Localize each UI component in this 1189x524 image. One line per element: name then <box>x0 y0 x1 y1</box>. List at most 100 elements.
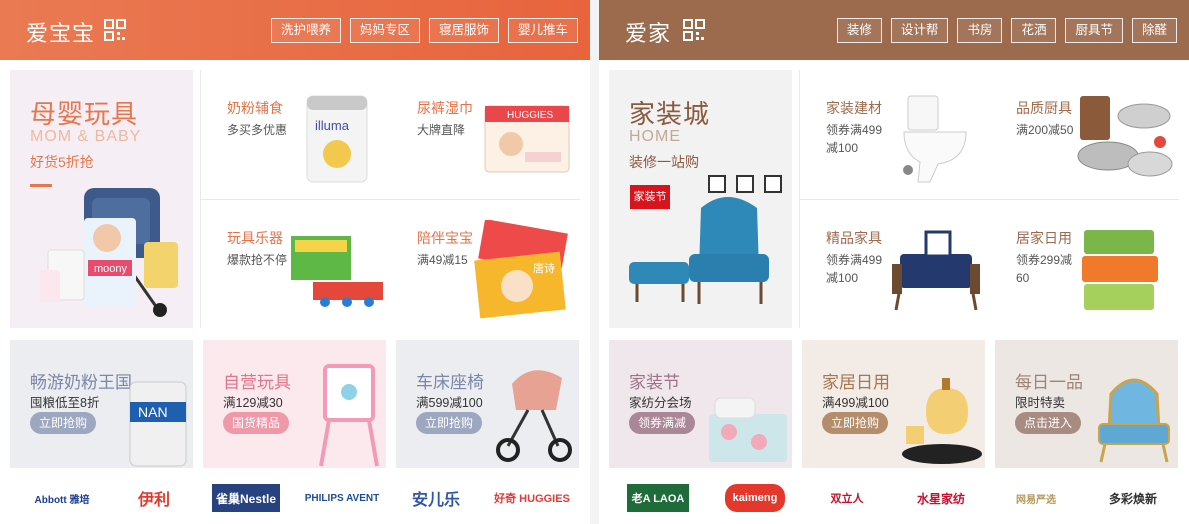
brand-mercury-logo[interactable]: 水星家纺 <box>903 484 979 512</box>
cell-title: 家装建材 <box>826 100 882 116</box>
cell-building-materials[interactable]: 家装建材 领券满499减100 <box>802 70 990 199</box>
tag-renovation[interactable]: 装修 <box>836 18 882 43</box>
promo-button[interactable]: 立即抢购 <box>822 412 889 434</box>
home-section-title[interactable]: 爱家 <box>625 16 671 48</box>
brand-colorful-renewal-logo[interactable]: 多彩焕新 <box>1099 484 1167 512</box>
picture-books-image: 唐诗 <box>474 220 568 319</box>
brand-kaimeng-logo[interactable]: kaimeng <box>725 484 785 512</box>
promo-car-seats[interactable]: 车床座椅 满599减100 立即抢购 <box>396 340 579 468</box>
drawing-easel-image <box>319 364 379 467</box>
tricycle-stroller-image <box>496 370 572 462</box>
brand-avent-logo[interactable]: PHILIPS AVENT <box>302 484 382 512</box>
brand-zwilling-logo[interactable]: 双立人 <box>821 484 873 512</box>
promo-title: 自营玩具 <box>223 373 291 392</box>
storage-boxes-image <box>1082 230 1158 310</box>
promo-desc: 满599减100 <box>416 396 483 410</box>
tag-formaldehyde-removal[interactable]: 除醛 <box>1131 18 1177 43</box>
promo-desc: 囤粮低至8折 <box>30 396 100 410</box>
cell-kitchenware[interactable]: 品质厨具 满200减50 <box>992 70 1180 199</box>
qr-code-icon[interactable] <box>104 19 126 41</box>
promo-title: 家居日用 <box>822 373 890 392</box>
bedding-image <box>709 397 787 462</box>
featured-home-city[interactable]: 家装城 HOME 装修一站购 家装节 <box>609 70 792 328</box>
tag-shower[interactable]: 花洒 <box>1011 18 1057 43</box>
featured-tagline: 好货5折抢 <box>30 154 94 170</box>
promo-title: 畅游奶粉王国 <box>30 373 132 392</box>
cell-companion-baby[interactable]: 陪伴宝宝 满49减15 唐诗 <box>393 200 581 329</box>
featured-subtitle: HOME <box>629 128 681 145</box>
promo-home-fest[interactable]: 家装节 家纺分会场 领券满减 <box>609 340 792 468</box>
brand-laoa-logo[interactable]: 老A LAOA <box>627 484 689 512</box>
tag-study-room[interactable]: 书房 <box>957 18 1003 43</box>
promo-button[interactable]: 国货精品 <box>223 412 290 434</box>
cell-desc: 爆款抢不停 <box>227 253 288 267</box>
promo-daily-goods[interactable]: 家居日用 满499减100 立即抢购 <box>802 340 985 468</box>
stroller-diapers-image: moony <box>40 188 178 317</box>
featured-mom-baby[interactable]: 母婴玩具 MOM & BABY 好货5折抢 moony <box>10 70 193 328</box>
featured-title: 母婴玩具 <box>30 99 139 129</box>
cell-desc: 多买多优惠 <box>227 123 288 137</box>
cell-toys-instruments[interactable]: 玩具乐器 爆款抢不停 <box>203 200 391 329</box>
promo-title: 每日一品 <box>1015 373 1083 392</box>
cell-desc: 大牌直降 <box>417 123 466 137</box>
cell-daily-goods[interactable]: 居家日用 领券299减60 <box>992 200 1180 329</box>
cell-furniture[interactable]: 精品家具 领券满499减100 <box>802 200 990 329</box>
cell-title: 居家日用 <box>1016 230 1072 246</box>
brand-logos-row: 老A LAOA kaimeng 双立人 水星家纺 网易严选 多彩焕新 <box>599 472 1189 524</box>
promo-daily-item[interactable]: 每日一品 限时特卖 点击进入 <box>995 340 1178 468</box>
baby-section-title[interactable]: 爱宝宝 <box>26 16 95 48</box>
home-section: 爱家 装修 设计帮 书房 花洒 厨具节 除醛 家装城 HOME 装修一站购 家装… <box>599 0 1189 524</box>
brand-nestle-logo[interactable]: 雀巢Nestle <box>212 484 280 512</box>
cell-desc: 满49减15 <box>417 253 468 267</box>
cell-title: 玩具乐器 <box>227 230 283 246</box>
promo-desc: 满499减100 <box>822 396 889 410</box>
svg-text:唐诗: 唐诗 <box>533 261 555 275</box>
tag-mom-zone[interactable]: 妈妈专区 <box>349 18 420 43</box>
tag-strollers[interactable]: 婴儿推车 <box>507 18 578 43</box>
panel-gap <box>590 0 599 524</box>
baby-section: 爱宝宝 洗护喂养 妈妈专区 寝居服饰 婴儿推车 母婴玩具 MOM & BABY … <box>0 0 590 524</box>
promo-button[interactable]: 点击进入 <box>1015 412 1082 434</box>
featured-title: 家装城 <box>629 99 711 129</box>
cell-title: 尿裤湿巾 <box>417 100 473 116</box>
brand-abbott-logo[interactable]: Abbott 雅培 <box>22 484 102 512</box>
promo-button[interactable]: 立即抢购 <box>416 412 483 434</box>
nan-formula-image: NAN <box>129 381 187 467</box>
home-header: 爱家 装修 设计帮 书房 花洒 厨具节 除醛 <box>599 0 1189 60</box>
cell-desc: 领券299减60 <box>1016 253 1073 285</box>
brand-yili-logo[interactable]: 伊利 <box>124 484 184 512</box>
promo-title: 家装节 <box>629 373 680 392</box>
diaper-pack-image: HUGGIES <box>484 105 570 173</box>
brand-anerle-logo[interactable]: 安儿乐 <box>400 484 472 512</box>
svg-text:HUGGIES: HUGGIES <box>507 110 553 121</box>
cell-title: 精品家具 <box>826 230 882 246</box>
cell-diapers[interactable]: 尿裤湿巾 大牌直降 HUGGIES <box>393 70 581 199</box>
promo-milk-kingdom[interactable]: 畅游奶粉王国 囤粮低至8折 立即抢购 NAN <box>10 340 193 468</box>
cell-desc: 领券满499减100 <box>826 253 883 285</box>
brand-huggies-logo[interactable]: 好奇 HUGGIES <box>492 484 572 512</box>
cell-milk-powder[interactable]: 奶粉辅食 多买多优惠 illuma <box>203 70 391 199</box>
toilet-image <box>903 95 967 183</box>
promo-button[interactable]: 立即抢购 <box>30 412 97 434</box>
tag-bedding-clothing[interactable]: 寝居服饰 <box>428 18 499 43</box>
svg-text:moony: moony <box>94 263 128 275</box>
tag-washing-feeding[interactable]: 洗护喂养 <box>270 18 341 43</box>
featured-tagline: 装修一站购 <box>629 154 699 170</box>
promo-own-toys[interactable]: 自营玩具 满129减30 国货精品 <box>203 340 386 468</box>
lounge-chair-image <box>892 230 980 311</box>
brand-logos-row: Abbott 雅培 伊利 雀巢Nestle PHILIPS AVENT 安儿乐 … <box>0 472 590 524</box>
armchair-image <box>629 175 782 304</box>
svg-text:illuma: illuma <box>315 118 350 133</box>
cookware-set-image <box>1077 96 1173 177</box>
brand-home-design-logo[interactable]: 网易严选 <box>1003 484 1069 512</box>
cell-title: 陪伴宝宝 <box>417 230 473 246</box>
baroque-sofa-image <box>1098 378 1170 463</box>
tag-design-help[interactable]: 设计帮 <box>890 18 949 43</box>
promo-button[interactable]: 领券满减 <box>629 412 696 434</box>
promo-title: 车床座椅 <box>416 373 484 392</box>
tag-kitchenware-fest[interactable]: 厨具节 <box>1065 18 1123 43</box>
milk-can-image: illuma <box>306 95 368 183</box>
tea-set-image <box>902 378 982 464</box>
block-toy-image <box>291 236 383 307</box>
qr-code-icon[interactable] <box>683 19 705 41</box>
